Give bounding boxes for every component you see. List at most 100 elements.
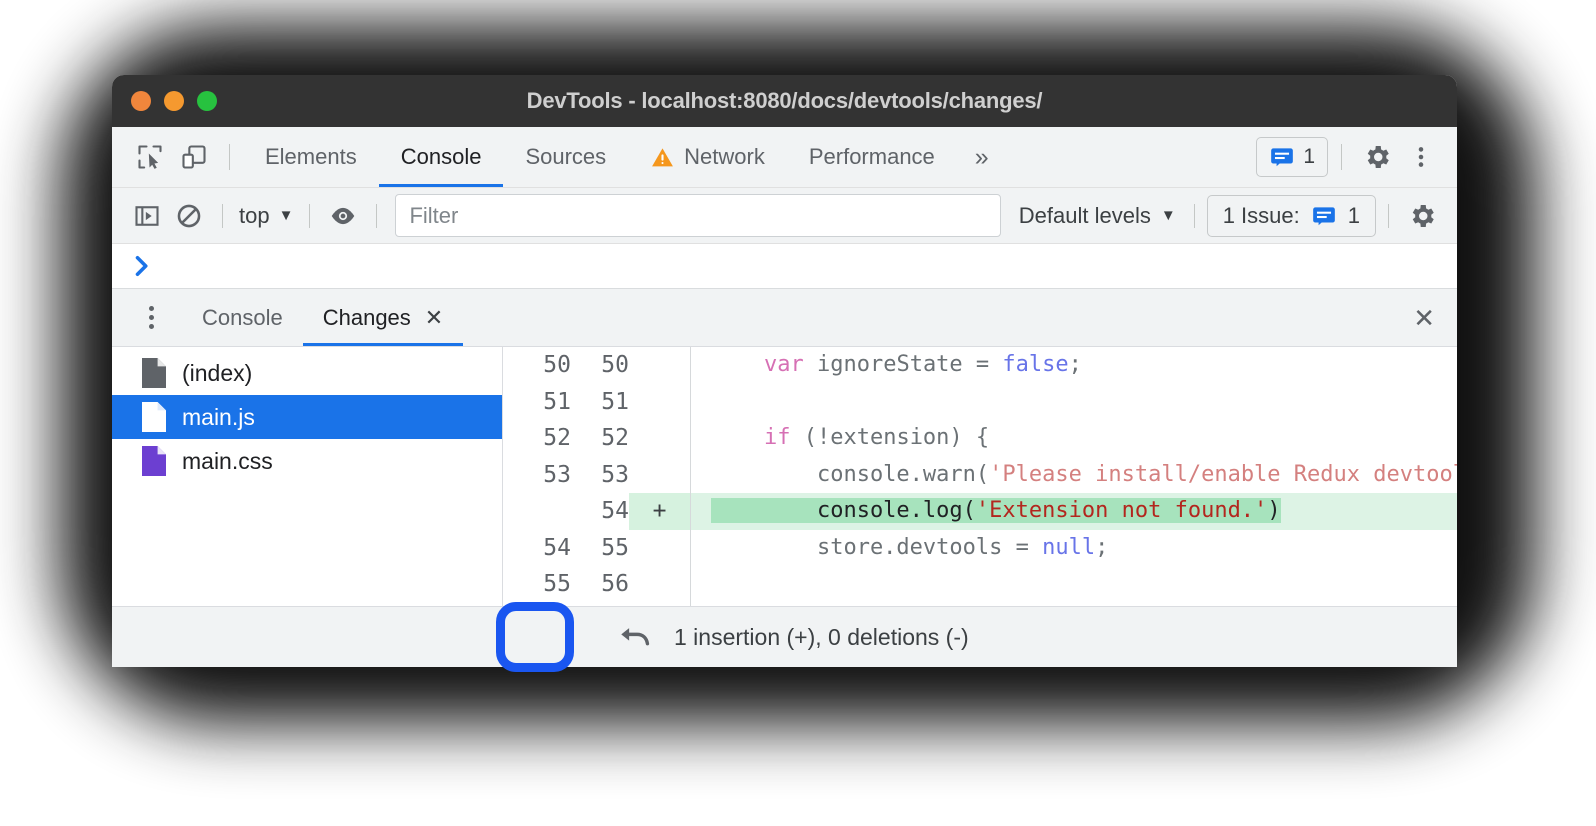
- execution-context-label: top: [239, 203, 270, 229]
- devtools-window: DevTools - localhost:8080/docs/devtools/…: [112, 75, 1457, 667]
- diff-old-line-number: 55: [503, 571, 571, 597]
- drawer-tab-changes-label: Changes: [323, 305, 411, 331]
- diff-new-line-number: 52: [571, 425, 629, 451]
- document-file-icon: [142, 358, 166, 388]
- diff-viewer[interactable]: 5050 var ignoreState = false;51515252 if…: [503, 347, 1457, 606]
- log-levels-selector[interactable]: Default levels ▼: [1013, 203, 1182, 229]
- filterbar-divider-5: [1388, 204, 1389, 228]
- diff-line: 5151: [503, 384, 1457, 421]
- file-list-item[interactable]: main.css: [112, 439, 502, 483]
- filterbar-divider-1: [222, 204, 223, 228]
- drawer-tab-console-label: Console: [202, 305, 283, 331]
- gear-icon[interactable]: [1355, 135, 1399, 179]
- tab-sources[interactable]: Sources: [503, 127, 628, 187]
- changes-panel: (index) main.jsmain.css 5050 var ignoreSt…: [112, 347, 1457, 606]
- chevron-down-icon: ▼: [1161, 207, 1176, 224]
- console-prompt-chevron-icon: [134, 255, 152, 277]
- diff-line: 5252 if (!extension) {: [503, 420, 1457, 457]
- diff-summary-text: 1 insertion (+), 0 deletions (-): [674, 624, 969, 651]
- eye-icon[interactable]: [322, 195, 364, 237]
- kebab-menu-icon[interactable]: [134, 306, 168, 329]
- diff-change-marker: [629, 420, 691, 457]
- issues-counter-count: 1: [1348, 203, 1360, 229]
- tab-network-label: Network: [684, 127, 765, 187]
- chevron-down-icon: ▼: [279, 207, 294, 224]
- javascript-file-icon: [142, 402, 166, 432]
- toolbar-divider: [229, 144, 230, 170]
- kebab-menu-icon[interactable]: [1399, 135, 1443, 179]
- diff-old-line-number: 51: [503, 389, 571, 415]
- device-toolbar-icon[interactable]: [172, 135, 216, 179]
- diff-old-line-number: 50: [503, 352, 571, 378]
- maximize-window-button[interactable]: [197, 91, 217, 111]
- minimize-window-button[interactable]: [164, 91, 184, 111]
- filterbar-divider-3: [376, 204, 377, 228]
- issue-speech-bubble-icon: [1269, 144, 1295, 170]
- filterbar-divider-2: [309, 204, 310, 228]
- issues-counter-button[interactable]: 1 Issue: 1: [1207, 195, 1376, 237]
- diff-line: 54+ console.log('Extension not found.'): [503, 493, 1457, 530]
- tab-elements-label: Elements: [265, 127, 357, 187]
- diff-new-line-number: 56: [571, 571, 629, 597]
- more-tabs-button[interactable]: »: [957, 127, 1007, 187]
- file-list-item-label: (index): [182, 360, 252, 387]
- console-filter-input[interactable]: Filter: [395, 194, 1000, 237]
- clear-console-icon[interactable]: [168, 195, 210, 237]
- tab-console-label: Console: [401, 127, 482, 187]
- traffic-lights: [131, 91, 217, 111]
- diff-code-text: console.warn('Please install/enable Redu…: [691, 457, 1457, 494]
- console-filter-toolbar: top ▼ Filter Default levels ▼ 1: [112, 188, 1457, 244]
- warning-triangle-icon: [650, 145, 675, 170]
- diff-line: 5050 var ignoreState = false;: [503, 347, 1457, 384]
- drawer-tabbar: Console Changes ✕ ✕: [112, 289, 1457, 347]
- issue-speech-bubble-icon: [1311, 203, 1337, 229]
- diff-old-line-number: 52: [503, 425, 571, 451]
- close-window-button[interactable]: [131, 91, 151, 111]
- toolbar-divider-right: [1341, 144, 1342, 170]
- diff-code-text: [691, 384, 1457, 421]
- drawer-tab-changes[interactable]: Changes ✕: [303, 289, 464, 346]
- tab-performance[interactable]: Performance: [787, 127, 957, 187]
- diff-line: 5455 store.devtools = null;: [503, 530, 1457, 567]
- tab-elements[interactable]: Elements: [243, 127, 379, 187]
- tab-performance-label: Performance: [809, 127, 935, 187]
- diff-change-marker: [629, 566, 691, 603]
- diff-code-text: [691, 566, 1457, 603]
- changes-status-bar: 1 insertion (+), 0 deletions (-): [112, 606, 1457, 667]
- console-prompt-row[interactable]: [112, 244, 1457, 289]
- execution-context-selector[interactable]: top ▼: [235, 203, 297, 229]
- close-drawer-button[interactable]: ✕: [1413, 305, 1435, 331]
- inspect-element-icon[interactable]: [128, 135, 172, 179]
- issues-badge-button[interactable]: 1: [1256, 137, 1328, 177]
- diff-change-marker: [629, 530, 691, 567]
- console-sidebar-icon[interactable]: [126, 195, 168, 237]
- diff-new-line-number: 54: [571, 498, 629, 524]
- filterbar-divider-4: [1194, 204, 1195, 228]
- tab-sources-label: Sources: [525, 127, 606, 187]
- revert-undo-arrow-icon[interactable]: [608, 613, 662, 661]
- diff-old-line-number: 54: [503, 535, 571, 561]
- log-levels-label: Default levels: [1019, 203, 1151, 229]
- tab-network[interactable]: Network: [628, 127, 787, 187]
- diff-code-text: console.log('Extension not found.'): [691, 493, 1457, 530]
- window-titlebar: DevTools - localhost:8080/docs/devtools/…: [112, 75, 1457, 127]
- drawer-tab-console[interactable]: Console: [182, 289, 303, 346]
- diff-new-line-number: 55: [571, 535, 629, 561]
- main-toolbar-right: 1: [1256, 135, 1457, 179]
- diff-new-line-number: 53: [571, 462, 629, 488]
- diff-new-line-number: 51: [571, 389, 629, 415]
- diff-code-text: store.devtools = null;: [691, 530, 1457, 567]
- diff-old-line-number: 53: [503, 462, 571, 488]
- devtools-main-toolbar: Elements Console Sources Network: [112, 127, 1457, 188]
- gear-icon[interactable]: [1401, 195, 1443, 237]
- tab-console[interactable]: Console: [379, 127, 504, 187]
- changed-files-list: (index) main.jsmain.css: [112, 347, 503, 606]
- file-list-item[interactable]: main.js: [112, 395, 502, 439]
- file-list-item[interactable]: (index): [112, 351, 502, 395]
- console-filter-placeholder: Filter: [409, 203, 458, 229]
- diff-line: 5556: [503, 566, 1457, 603]
- diff-new-line-number: 50: [571, 352, 629, 378]
- issues-badge-count: 1: [1303, 145, 1315, 169]
- diff-code-text: if (!extension) {: [691, 420, 1457, 457]
- close-icon[interactable]: ✕: [425, 307, 443, 329]
